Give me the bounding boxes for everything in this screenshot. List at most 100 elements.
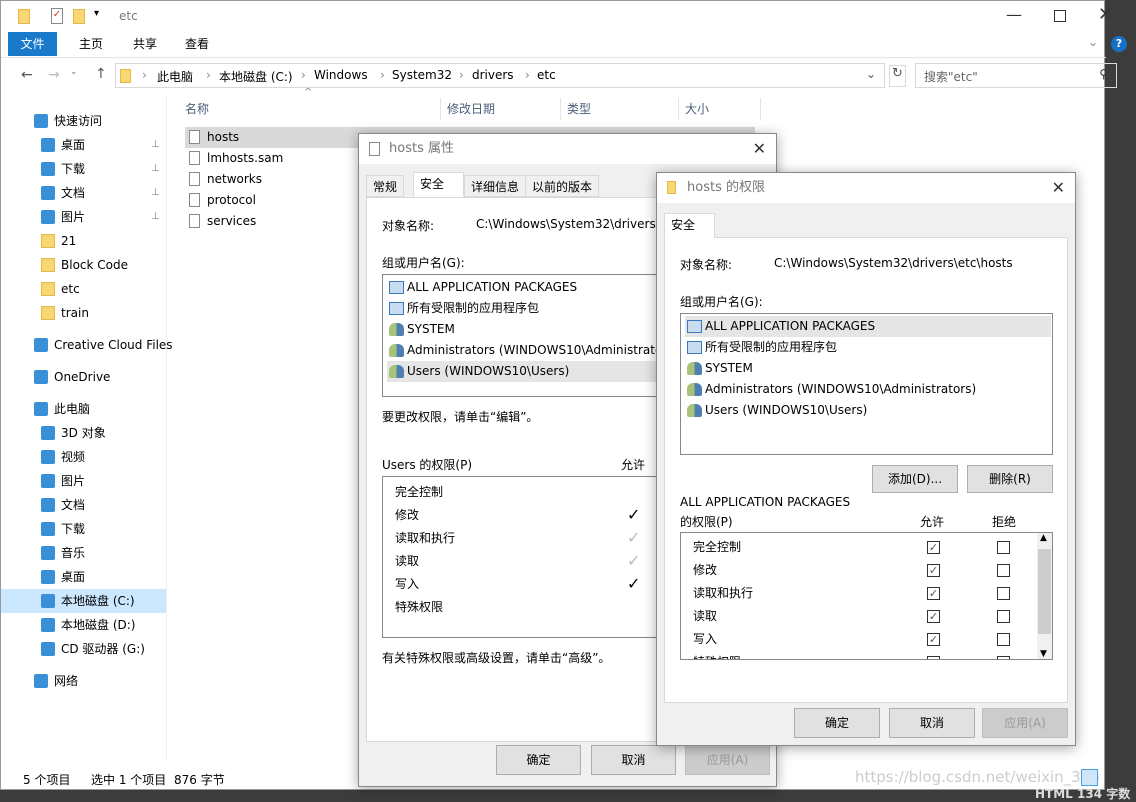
column-size[interactable]: 大小 bbox=[679, 98, 761, 120]
tab-general[interactable]: 常规 bbox=[366, 175, 405, 197]
sidebar-item[interactable]: 桌面 ⊥ bbox=[1, 133, 166, 157]
allow-checkbox[interactable]: ✓ bbox=[927, 633, 940, 646]
add-button[interactable]: 添加(D)... bbox=[872, 465, 958, 493]
allow-checkbox[interactable]: ✓ bbox=[927, 564, 940, 577]
address-bar[interactable]: › 此电脑 › 本地磁盘 (C:) › Windows › System32 › driv… bbox=[115, 63, 885, 88]
tab-details[interactable]: 详细信息 bbox=[464, 175, 527, 197]
sidebar-item[interactable]: 视频 bbox=[1, 445, 166, 469]
allow-checkbox[interactable]: ✓ bbox=[927, 587, 940, 600]
up-button[interactable]: ↑ bbox=[95, 66, 107, 82]
group-item[interactable]: Administrators (WINDOWS10\Administrators… bbox=[387, 340, 678, 361]
tab-previous-versions[interactable]: 以前的版本 bbox=[525, 175, 600, 197]
group-item[interactable]: Administrators (WINDOWS10\Administrators… bbox=[685, 379, 976, 400]
sidebar-item[interactable]: 图片 bbox=[1, 469, 166, 493]
deny-checkbox[interactable] bbox=[997, 633, 1010, 646]
refresh-button[interactable]: ↻ bbox=[889, 65, 906, 87]
tab-share[interactable]: 共享 bbox=[121, 32, 169, 56]
apply-button[interactable]: 应用(A) bbox=[685, 745, 770, 775]
column-date[interactable]: 修改日期 bbox=[441, 98, 561, 120]
sidebar-item[interactable]: 文档 bbox=[1, 493, 166, 517]
maximize-button[interactable] bbox=[1054, 10, 1066, 22]
column-name[interactable]: 名称 bbox=[179, 98, 441, 120]
tab-security[interactable]: 安全 bbox=[413, 172, 464, 197]
group-item[interactable]: ALL APPLICATION PACKAGES bbox=[387, 277, 577, 298]
group-item[interactable]: SYSTEM bbox=[387, 319, 455, 340]
properties-icon[interactable]: ✓ bbox=[51, 8, 63, 24]
customize-toolbar-icon[interactable]: ▾ bbox=[94, 8, 99, 19]
breadcrumb-c-drive[interactable]: 本地磁盘 (C:) bbox=[219, 68, 293, 85]
sidebar-item[interactable]: 21 bbox=[1, 229, 166, 253]
sidebar-item[interactable]: 本地磁盘 (C:) bbox=[1, 589, 166, 613]
deny-checkbox[interactable] bbox=[997, 587, 1010, 600]
tab-security[interactable]: 安全 bbox=[664, 213, 715, 238]
forward-button[interactable]: → bbox=[48, 67, 60, 83]
group-item[interactable]: ALL APPLICATION PACKAGES bbox=[685, 316, 1051, 337]
sidebar-item[interactable]: 网络 bbox=[1, 669, 166, 693]
minimize-button[interactable]: — bbox=[1006, 5, 1022, 24]
group-item[interactable]: Users (WINDOWS10\Users) bbox=[685, 400, 867, 421]
address-dropdown-icon[interactable]: ⌄ bbox=[866, 67, 876, 81]
breadcrumb-this-pc[interactable]: 此电脑 bbox=[157, 68, 193, 85]
group-item[interactable]: 所有受限制的应用程序包 bbox=[685, 337, 837, 358]
pin-icon[interactable]: ⊥ bbox=[151, 157, 160, 181]
expand-ribbon-icon[interactable]: ⌄ bbox=[1088, 35, 1098, 49]
ok-button[interactable]: 确定 bbox=[794, 708, 880, 738]
breadcrumb-etc[interactable]: etc bbox=[537, 68, 556, 82]
allow-checkbox[interactable]: ✓ bbox=[927, 541, 940, 554]
sidebar-item[interactable]: 图片 ⊥ bbox=[1, 205, 166, 229]
back-button[interactable]: ← bbox=[21, 67, 33, 83]
groups-list[interactable]: ALL APPLICATION PACKAGES 所有受限制的应用程序包 SYSTE… bbox=[680, 313, 1053, 455]
sidebar-item[interactable]: Block Code bbox=[1, 253, 166, 277]
recent-locations-icon[interactable]: ⌄ bbox=[70, 67, 78, 77]
close-button[interactable]: ✕ bbox=[1098, 4, 1113, 25]
sidebar-item[interactable]: 本地磁盘 (D:) bbox=[1, 613, 166, 637]
pin-icon[interactable]: ⊥ bbox=[151, 181, 160, 205]
group-item[interactable]: Users (WINDOWS10\Users) bbox=[387, 361, 687, 382]
breadcrumb-system32[interactable]: System32 bbox=[392, 68, 452, 82]
sidebar-item[interactable]: etc bbox=[1, 277, 166, 301]
sidebar-item[interactable]: CD 驱动器 (G:) bbox=[1, 637, 166, 661]
allow-checkbox[interactable]: ✓ bbox=[927, 610, 940, 623]
tab-file[interactable]: 文件 bbox=[8, 32, 57, 56]
deny-checkbox[interactable] bbox=[997, 656, 1010, 659]
close-button[interactable]: ✕ bbox=[1052, 173, 1065, 203]
ok-button[interactable]: 确定 bbox=[496, 745, 581, 775]
allow-checkbox[interactable] bbox=[927, 656, 940, 659]
group-item[interactable]: SYSTEM bbox=[685, 358, 753, 379]
close-button[interactable]: ✕ bbox=[753, 134, 766, 164]
deny-checkbox[interactable] bbox=[997, 610, 1010, 623]
new-folder-icon[interactable] bbox=[73, 9, 85, 24]
help-icon[interactable]: ? bbox=[1111, 36, 1127, 52]
remove-button[interactable]: 删除(R) bbox=[967, 465, 1053, 493]
column-type[interactable]: 类型 bbox=[561, 98, 679, 120]
deny-checkbox[interactable] bbox=[997, 564, 1010, 577]
sidebar-item[interactable]: 此电脑 bbox=[1, 397, 166, 421]
apply-button[interactable]: 应用(A) bbox=[982, 708, 1068, 738]
pin-icon[interactable]: ⊥ bbox=[151, 133, 160, 157]
cancel-button[interactable]: 取消 bbox=[591, 745, 676, 775]
sidebar-item[interactable]: 下载 bbox=[1, 517, 166, 541]
sidebar-item[interactable]: 文档 ⊥ bbox=[1, 181, 166, 205]
search-input[interactable]: 搜索"etc" ⚲ bbox=[915, 63, 1117, 88]
deny-checkbox[interactable] bbox=[997, 541, 1010, 554]
sidebar-item[interactable]: train bbox=[1, 301, 166, 325]
tab-home[interactable]: 主页 bbox=[67, 32, 115, 56]
tab-view[interactable]: 查看 bbox=[173, 32, 221, 56]
cancel-button[interactable]: 取消 bbox=[889, 708, 975, 738]
breadcrumb-drivers[interactable]: drivers bbox=[472, 68, 514, 82]
group-item[interactable]: 所有受限制的应用程序包 bbox=[387, 298, 539, 319]
sidebar-item[interactable]: 快速访问 bbox=[1, 109, 166, 133]
breadcrumb-windows[interactable]: Windows bbox=[314, 68, 368, 82]
sidebar-item[interactable]: 3D 对象 bbox=[1, 421, 166, 445]
pin-icon[interactable]: ⊥ bbox=[151, 205, 160, 229]
sidebar-item[interactable]: 桌面 bbox=[1, 565, 166, 589]
groups-list[interactable]: ALL APPLICATION PACKAGES 所有受限制的应用程序包 SYSTE… bbox=[382, 274, 687, 397]
sidebar-item[interactable]: 音乐 bbox=[1, 541, 166, 565]
scrollbar[interactable]: ▲ ▼ bbox=[1037, 533, 1052, 659]
scroll-down-icon[interactable]: ▼ bbox=[1040, 649, 1047, 659]
sidebar-item[interactable]: Creative Cloud Files bbox=[1, 333, 173, 357]
details-view-button[interactable] bbox=[1081, 769, 1098, 786]
scroll-up-icon[interactable]: ▲ bbox=[1040, 533, 1047, 543]
sidebar-item[interactable]: OneDrive bbox=[1, 365, 166, 389]
sidebar-item[interactable]: 下载 ⊥ bbox=[1, 157, 166, 181]
